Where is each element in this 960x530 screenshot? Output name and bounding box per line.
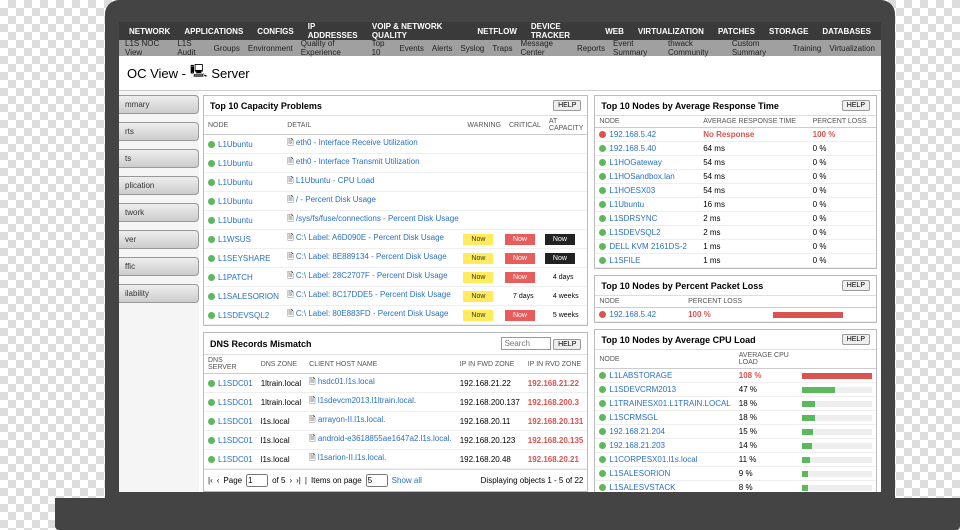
- dns-table: DNS SERVERDNS ZONECLIENT HOST NAMEIP IN …: [204, 355, 587, 469]
- help-button[interactable]: HELP: [553, 100, 581, 111]
- subnav-item[interactable]: L1S Audit: [177, 39, 205, 57]
- sidebar: mmary rts ts plication twork ver ffic ilability: [119, 91, 199, 492]
- topnav-item[interactable]: NETFLOW: [471, 25, 523, 38]
- capacity-widget: Top 10 Capacity Problems HELP NODEDETAIL…: [203, 95, 588, 326]
- pager-display: Displaying objects 1 - 5 of 22: [481, 476, 584, 485]
- dns-pager: |‹ ‹ Page of 5 › ›| | Items on page Show…: [204, 469, 587, 491]
- topnav-item[interactable]: CONFIGS: [251, 25, 299, 38]
- sidebar-tab[interactable]: plication: [119, 176, 199, 195]
- subnav-item[interactable]: Groups: [214, 44, 240, 53]
- sidebar-tab[interactable]: twork: [119, 203, 199, 222]
- response-time-widget: Top 10 Nodes by Average Response Time HE…: [594, 95, 877, 269]
- cpu-title: Top 10 Nodes by Average CPU Load: [601, 335, 755, 345]
- sub-nav: L1S NOC View L1S Audit Groups Environment Qu…: [119, 40, 881, 56]
- packet-table: NODEPERCENT LOSS192.168.5.42100 %: [595, 296, 876, 322]
- packet-loss-widget: Top 10 Nodes by Percent Packet Loss HELP…: [594, 275, 877, 323]
- help-button[interactable]: HELP: [842, 100, 870, 111]
- page-title-prefix: OC View -: [127, 66, 186, 81]
- pager-items-input[interactable]: [366, 474, 388, 487]
- subnav-item[interactable]: Reports: [577, 44, 605, 53]
- pager-next[interactable]: ›: [289, 476, 292, 485]
- subnav-item[interactable]: thwack Community: [668, 39, 724, 57]
- subnav-item[interactable]: Training: [793, 44, 822, 53]
- dns-search-input[interactable]: [501, 337, 551, 350]
- topnav-item[interactable]: VIRTUALIZATION: [632, 25, 710, 38]
- subnav-item[interactable]: Top 10: [372, 39, 392, 57]
- server-icon: 🖳: [190, 62, 207, 84]
- help-button[interactable]: HELP: [553, 339, 581, 350]
- page-title: Server: [211, 66, 249, 81]
- sidebar-tab[interactable]: ts: [119, 149, 199, 168]
- topnav-item[interactable]: DATABASES: [816, 25, 877, 38]
- cpu-load-widget: Top 10 Nodes by Average CPU Load HELP NO…: [594, 329, 877, 492]
- cpu-table: NODEAVERAGE CPU LOADL1LABSTORAGE108 %L1S…: [595, 350, 876, 492]
- topnav-item[interactable]: WEB: [599, 25, 630, 38]
- response-table: NODEAVERAGE RESPONSE TIMEPERCENT LOSS192…: [595, 116, 876, 268]
- subnav-item[interactable]: Syslog: [460, 44, 484, 53]
- topnav-item[interactable]: PATCHES: [712, 25, 761, 38]
- pager-showall[interactable]: Show all: [392, 476, 422, 485]
- main-area: Top 10 Capacity Problems HELP NODEDETAIL…: [199, 91, 881, 492]
- pager-prev[interactable]: ‹: [217, 476, 220, 485]
- topnav-item[interactable]: NETWORK: [123, 25, 176, 38]
- subnav-item[interactable]: Environment: [248, 44, 293, 53]
- topnav-item[interactable]: STORAGE: [763, 25, 814, 38]
- subnav-item[interactable]: L1S NOC View: [125, 39, 169, 57]
- subnav-item[interactable]: Events: [399, 44, 423, 53]
- subnav-item[interactable]: Quality of Experience: [301, 39, 364, 57]
- top-nav: NETWORKAPPLICATIONSCONFIGSIP ADDRESSESVO…: [119, 22, 881, 40]
- sidebar-tab[interactable]: mmary: [119, 95, 199, 114]
- subnav-item[interactable]: Alerts: [432, 44, 452, 53]
- sidebar-tab[interactable]: ilability: [119, 284, 199, 303]
- subnav-item[interactable]: Traps: [492, 44, 512, 53]
- help-button[interactable]: HELP: [842, 334, 870, 345]
- packet-title: Top 10 Nodes by Percent Packet Loss: [601, 281, 763, 291]
- sidebar-tab[interactable]: rts: [119, 122, 199, 141]
- sidebar-tab[interactable]: ffic: [119, 257, 199, 276]
- sidebar-tab[interactable]: ver: [119, 230, 199, 249]
- screen: NETWORKAPPLICATIONSCONFIGSIP ADDRESSESVO…: [119, 22, 881, 492]
- laptop-frame: NETWORKAPPLICATIONSCONFIGSIP ADDRESSESVO…: [105, 0, 895, 530]
- response-title: Top 10 Nodes by Average Response Time: [601, 101, 779, 111]
- topnav-item[interactable]: APPLICATIONS: [178, 25, 249, 38]
- subnav-item[interactable]: Virtualization: [829, 44, 875, 53]
- capacity-title: Top 10 Capacity Problems: [210, 101, 322, 111]
- page-title-bar: OC View - 🖳 Server: [119, 56, 881, 91]
- subnav-item[interactable]: Event Summary: [613, 39, 660, 57]
- subnav-item[interactable]: Message Center: [521, 39, 569, 57]
- dns-title: DNS Records Mismatch: [210, 339, 312, 349]
- subnav-item[interactable]: Custom Summary: [732, 39, 785, 57]
- pager-page-input[interactable]: [246, 474, 268, 487]
- dns-widget: DNS Records Mismatch HELP DNS SERVERDNS …: [203, 332, 588, 492]
- help-button[interactable]: HELP: [842, 280, 870, 291]
- laptop-base: [55, 498, 960, 530]
- capacity-table: NODEDETAILWARNINGCRITICALAT CAPACITYL1Ub…: [204, 116, 587, 325]
- pager-last[interactable]: ›|: [296, 476, 301, 485]
- pager-first[interactable]: |‹: [208, 476, 213, 485]
